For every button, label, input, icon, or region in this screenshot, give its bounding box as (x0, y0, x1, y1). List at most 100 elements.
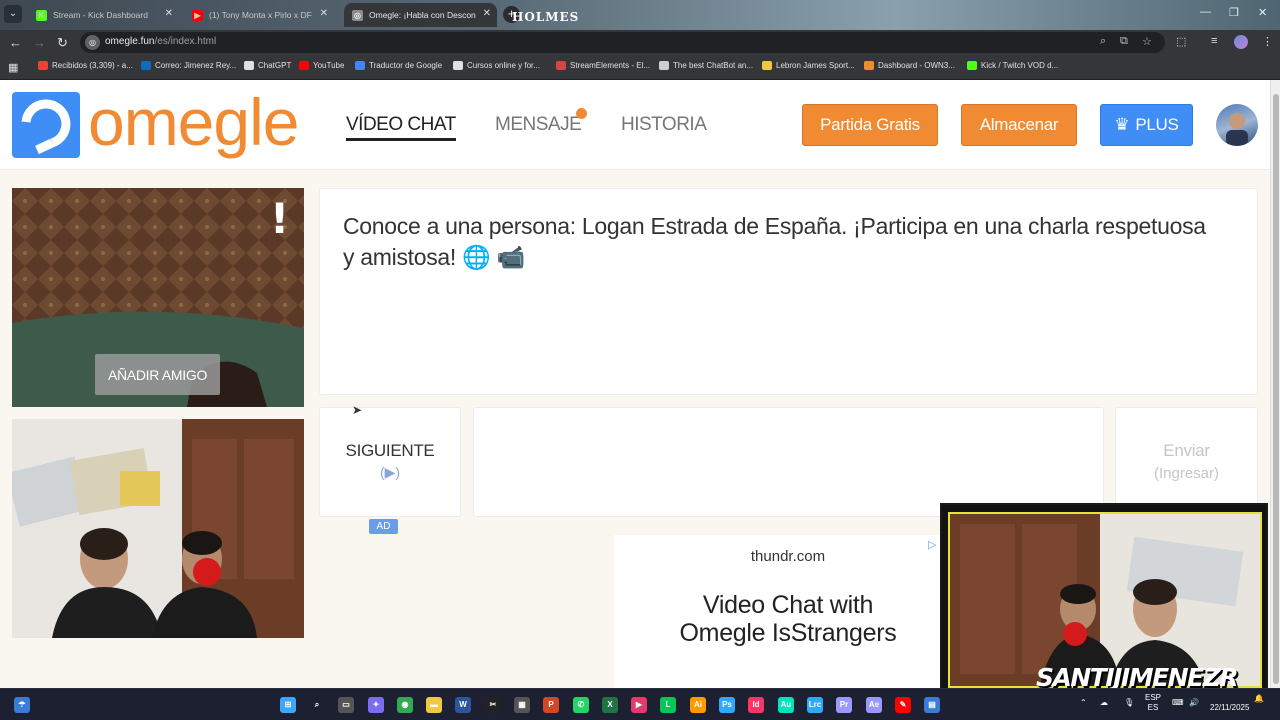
browser-tab[interactable]: K Stream - Kick Dashboard ✕ (28, 3, 179, 27)
volume-icon[interactable]: 🔊 (1189, 698, 1199, 707)
indesign-icon[interactable]: Id (748, 697, 764, 713)
bookmark-item[interactable]: Lebron James Sport... (762, 61, 855, 70)
whatsapp-icon[interactable]: ✆ (573, 697, 589, 713)
bookmark-item[interactable]: StreamElements - El... (556, 61, 650, 70)
bookmark-item[interactable]: Correo: Jimenez Rey... (141, 61, 236, 70)
tab-close-icon[interactable]: ✕ (165, 8, 173, 19)
bookmark-item[interactable]: Cursos online y for... (453, 61, 540, 70)
nav-history[interactable]: HISTORIA (621, 114, 707, 136)
search-icon[interactable]: ⌕ (309, 697, 325, 713)
capcut-icon[interactable]: ✂ (485, 697, 501, 713)
bookmark-favicon-icon (244, 61, 254, 70)
tab-search-icon[interactable]: ⌄ (4, 5, 22, 23)
audition-icon[interactable]: Au (778, 697, 794, 713)
copilot-icon[interactable]: ✦ (368, 697, 384, 713)
bookmark-item[interactable]: Dashboard - OWN3... (864, 61, 955, 70)
start-icon[interactable]: ⊞ (280, 697, 296, 713)
free-match-button[interactable]: Partida Gratis (802, 104, 938, 146)
bookmark-item[interactable]: Kick / Twitch VOD d... (967, 61, 1058, 70)
language-indicator[interactable]: ESP ES (1145, 693, 1161, 713)
premiere-icon[interactable]: Pr (836, 697, 852, 713)
bookmark-item[interactable]: ChatGPT (244, 61, 291, 70)
forward-icon[interactable]: → (33, 35, 46, 50)
nav-message[interactable]: MENSAJE (495, 114, 582, 136)
notification-bell-icon[interactable]: 🔔 (1254, 694, 1264, 703)
network-icon[interactable]: ⌨ (1172, 698, 1184, 707)
plus-button[interactable]: ♛ PLUS (1100, 104, 1193, 146)
chrome-icon[interactable]: ◉ (397, 697, 413, 713)
bookmark-item[interactable]: The best ChatBot an... (659, 61, 753, 70)
omegle-logo-icon[interactable] (12, 92, 80, 158)
explorer-icon[interactable]: ▬ (426, 697, 442, 713)
bookmark-label: The best ChatBot an... (673, 61, 754, 70)
bookmark-favicon-icon (556, 61, 566, 70)
browser-tab[interactable]: ▶ (1) Tony Monta x Pirlo x DF ✕ (184, 3, 334, 27)
apps-grid-icon[interactable]: ▦ (8, 61, 18, 74)
browser-tab[interactable]: ◎ Omegle: ¡Habla con Descon ✕ (344, 3, 497, 27)
illustrator-icon[interactable]: Ai (690, 697, 706, 713)
install-app-icon[interactable]: ⧉ (1120, 35, 1128, 48)
advertisement[interactable]: thundr.com Video Chat with Omegle IsStra… (614, 535, 944, 688)
bookmark-star-icon[interactable]: ☆ (1142, 35, 1152, 48)
excel-icon[interactable]: X (602, 697, 618, 713)
tab-close-icon[interactable]: ✕ (483, 8, 491, 19)
back-icon[interactable]: ← (9, 35, 22, 50)
profile-avatar[interactable] (1234, 35, 1248, 49)
lightroom-icon[interactable]: Lrc (807, 697, 823, 713)
calc2-icon[interactable]: ▤ (924, 697, 940, 713)
mouse-cursor-icon: ➤ (352, 403, 363, 417)
minimize-icon[interactable]: — (1200, 6, 1211, 18)
bookmark-item[interactable]: Traductor de Google (355, 61, 442, 70)
webcam-frame (948, 512, 1262, 688)
store-button[interactable]: Almacenar (961, 104, 1077, 146)
tab-favicon-icon: ◎ (352, 9, 363, 21)
menu-icon[interactable]: ⋮ (1262, 35, 1273, 48)
ad-info-icon[interactable]: ▷ (928, 538, 936, 551)
close-window-icon[interactable]: ✕ (1258, 6, 1267, 19)
stranger-video: ! AÑADIR AMIGO (12, 188, 304, 407)
logo-text[interactable]: omegle (88, 84, 299, 160)
widgets-icon[interactable]: ☂ (14, 697, 30, 713)
message-input[interactable] (473, 407, 1104, 517)
bookmark-favicon-icon (453, 61, 463, 70)
tray-overflow-icon[interactable]: ⌃ (1080, 698, 1087, 707)
cloud-icon[interactable]: ☁ (1100, 698, 1108, 707)
add-friend-button[interactable]: AÑADIR AMIGO (95, 354, 220, 395)
after-effects-icon[interactable]: Ae (866, 697, 882, 713)
report-icon[interactable]: ! (270, 194, 289, 243)
line-icon[interactable]: L (660, 697, 676, 713)
site-info-icon[interactable]: ◎ (85, 35, 100, 50)
url-path: /es/index.html (154, 36, 217, 47)
send-button[interactable]: Enviar (Ingresar) (1115, 407, 1258, 517)
extensions-icon[interactable]: ⬚ (1176, 35, 1186, 48)
bookmark-label: Correo: Jimenez Rey... (155, 61, 237, 70)
acrobat-icon[interactable]: ✎ (895, 697, 911, 713)
send-label: Enviar (1163, 441, 1210, 460)
bookmark-item[interactable]: YouTube (299, 61, 344, 70)
user-avatar[interactable] (1216, 104, 1258, 146)
site-header: omegle VÍDEO CHAT MENSAJE HISTORIA Parti… (0, 80, 1270, 170)
powerpoint-icon[interactable]: P (543, 697, 559, 713)
scrollbar-thumb[interactable] (1273, 94, 1279, 684)
next-button[interactable]: SIGUIENTE (▶) (319, 407, 461, 517)
zoom-icon[interactable]: ⌕ (1100, 35, 1106, 48)
word-icon[interactable]: W (455, 697, 471, 713)
reading-list-icon[interactable]: ≡ (1211, 35, 1217, 47)
reload-icon[interactable]: ↻ (57, 35, 68, 51)
mic-icon[interactable]: 🎙 (1124, 698, 1134, 707)
nav-video-chat[interactable]: VÍDEO CHAT (346, 114, 456, 141)
clock-date[interactable]: 22/11/2025 (1210, 703, 1249, 712)
photoshop-icon[interactable]: Ps (719, 697, 735, 713)
bookmark-item[interactable]: Recibidos (3,309) - a... (38, 61, 133, 70)
page-scrollbar[interactable] (1270, 80, 1280, 688)
task-view-icon[interactable]: ▭ (338, 697, 354, 713)
tab-favicon-icon: ▶ (192, 9, 203, 21)
url-field[interactable]: ◎ omegle.fun/es/index.html ⌕ ⧉ ☆ (80, 32, 1165, 53)
restore-icon[interactable]: ❐ (1229, 6, 1239, 19)
calculator-icon[interactable]: ▦ (514, 697, 530, 713)
media-icon[interactable]: ▶ (631, 697, 647, 713)
crown-icon: ♛ (1114, 115, 1130, 134)
tab-close-icon[interactable]: ✕ (320, 8, 328, 19)
tab-title: Stream - Kick Dashboard (53, 10, 148, 20)
bookmark-label: ChatGPT (258, 61, 292, 70)
